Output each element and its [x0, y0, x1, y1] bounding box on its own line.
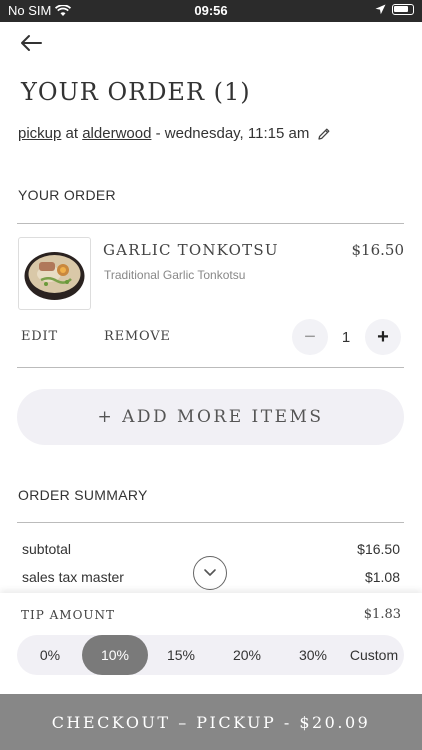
quantity-value: 1 — [341, 329, 351, 346]
divider — [17, 223, 404, 224]
minus-icon: − — [304, 325, 316, 348]
back-arrow-icon[interactable] — [18, 30, 44, 56]
edit-item-button[interactable]: EDIT — [21, 329, 58, 344]
status-right — [375, 4, 414, 15]
add-more-items-button[interactable]: + ADD MORE ITEMS — [17, 389, 404, 445]
your-order-heading: YOUR ORDER — [18, 187, 116, 203]
pickup-at-text: at — [65, 125, 79, 142]
ramen-bowl-image — [24, 252, 85, 300]
tip-panel: TIP AMOUNT $1.83 0% 10% 15% 20% 30% Cust… — [0, 593, 422, 694]
item-description: Traditional Garlic Tonkotsu — [104, 268, 246, 282]
plus-icon: + — [377, 325, 389, 348]
tip-option-20[interactable]: 20% — [214, 635, 280, 675]
increase-quantity-button[interactable]: + — [365, 319, 401, 355]
battery-icon — [392, 4, 414, 15]
item-price: $16.50 — [351, 241, 405, 259]
pickup-mode-link[interactable]: pickup — [18, 125, 61, 142]
item-name: GARLIC TONKOTSU — [103, 241, 279, 259]
ramen-thumbnail[interactable] — [18, 237, 91, 310]
checkout-button[interactable]: CHECKOUT – PICKUP - $20.09 — [0, 694, 422, 750]
order-summary-heading: ORDER SUMMARY — [18, 487, 148, 503]
tip-amount-value: $1.83 — [363, 607, 401, 622]
divider — [17, 367, 404, 368]
summary-row-subtotal: subtotal $16.50 — [22, 541, 400, 557]
chevron-down-icon — [204, 569, 216, 576]
tip-option-custom[interactable]: Custom — [344, 635, 404, 675]
summary-row-label: subtotal — [22, 541, 72, 557]
summary-row-label: sales tax master — [22, 569, 124, 585]
tip-option-30[interactable]: 30% — [280, 635, 346, 675]
status-bar: No SIM 09:56 — [0, 0, 422, 22]
divider — [17, 522, 404, 523]
tip-option-10-selected[interactable]: 10% — [82, 635, 148, 675]
location-arrow-icon — [375, 4, 386, 15]
pickup-time-text: - wednesday, 11:15 am — [155, 125, 310, 142]
summary-row-value: $16.50 — [357, 541, 400, 557]
pickup-location-link[interactable]: alderwood — [82, 125, 151, 142]
tip-amount-label: TIP AMOUNT — [21, 608, 116, 622]
edit-pencil-icon[interactable] — [317, 127, 331, 141]
tip-option-15[interactable]: 15% — [148, 635, 214, 675]
tip-option-0[interactable]: 0% — [17, 635, 83, 675]
decrease-quantity-button[interactable]: − — [292, 319, 328, 355]
remove-item-button[interactable]: REMOVE — [104, 329, 171, 344]
pickup-info: pickup at alderwood - wednesday, 11:15 a… — [18, 125, 331, 142]
summary-row-value: $1.08 — [364, 569, 400, 585]
expand-summary-button[interactable] — [193, 556, 227, 590]
page-title: YOUR ORDER (1) — [21, 78, 251, 106]
clock: 09:56 — [194, 3, 228, 18]
tip-options: 0% 10% 15% 20% 30% Custom — [17, 635, 404, 675]
